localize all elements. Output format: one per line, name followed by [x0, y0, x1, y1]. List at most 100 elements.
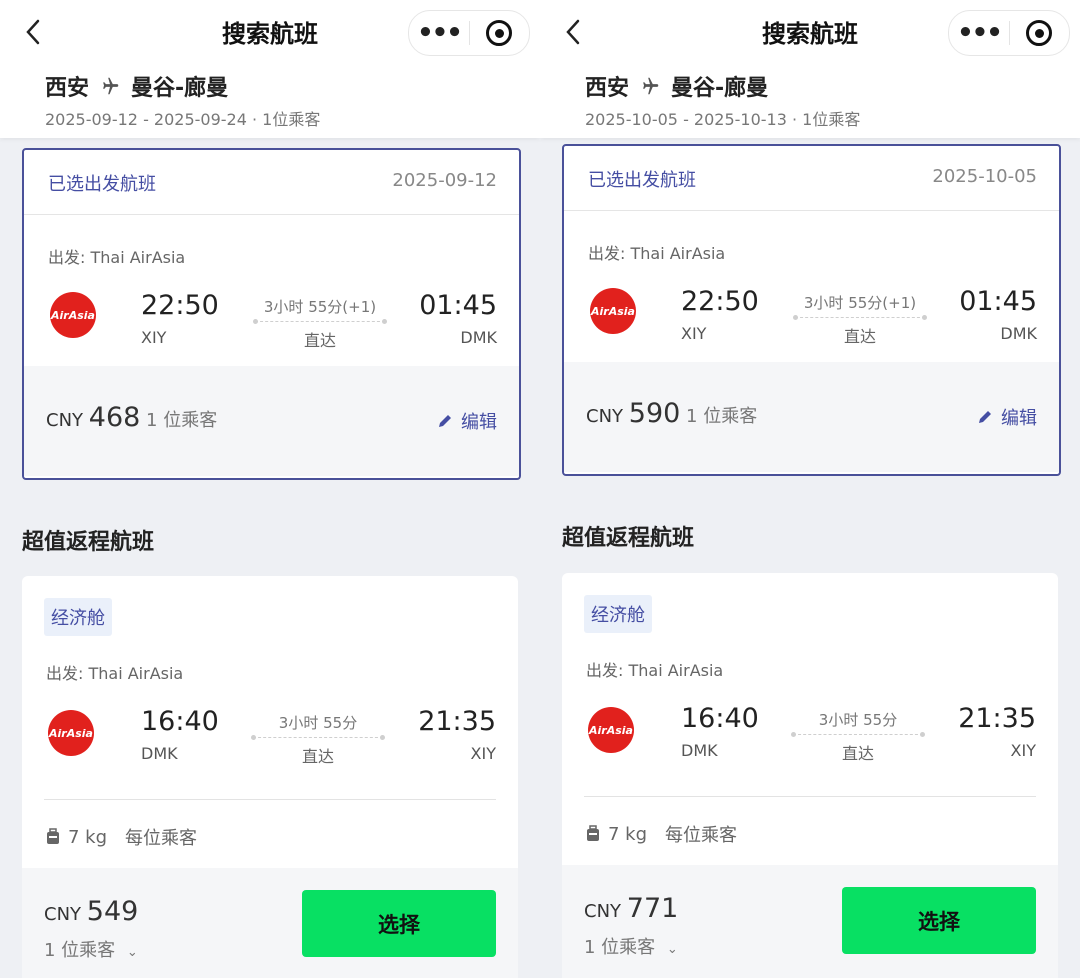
more-icon[interactable]: •••: [409, 11, 469, 55]
baggage-info: 7 kg 每位乘客: [46, 824, 197, 850]
duration-line: [251, 735, 385, 740]
passenger-count: 1 位乘客: [584, 937, 656, 958]
return-flight-card[interactable]: 经济舱 出发: Thai AirAsia AirAsia 16:40 DMK 3…: [562, 573, 1058, 978]
panel-right: 搜索航班 ••• 西安 曼谷-廊曼 2025-10-05 - 2025-10-1…: [540, 0, 1080, 978]
card-divider: [584, 796, 1036, 797]
airline-line: 出发: Thai AirAsia: [588, 244, 726, 263]
flight-duration: 3小时 55分: [278, 714, 358, 732]
airasia-logo: AirAsia: [590, 288, 636, 334]
route-to: 曼谷-廊曼: [131, 76, 229, 101]
arrival-time: 01:45: [419, 290, 497, 321]
return-price: CNY 549: [44, 896, 138, 927]
flight-duration: 3小时 55分(+1): [803, 294, 917, 312]
airline-line: 出发: Thai AirAsia: [48, 248, 186, 267]
return-price-bar: CNY 771 1 位乘客 ⌄ 选择: [562, 865, 1058, 978]
selected-price: CNY 590 1 位乘客: [586, 398, 757, 429]
cabin-badge: 经济舱: [584, 595, 652, 633]
luggage-icon: [587, 825, 599, 841]
route-from: 西安: [585, 76, 630, 101]
selected-flight-card: 已选出发航班 2025-09-12 出发: Thai AirAsia AirAs…: [22, 148, 521, 480]
baggage-note: 每位乘客: [665, 825, 738, 846]
return-price-bar: CNY 549 1 位乘客 ⌄ 选择: [22, 868, 518, 978]
baggage-info: 7 kg 每位乘客: [586, 821, 737, 847]
arrival-airport: XIY: [1010, 741, 1036, 760]
cabin-badge: 经济舱: [44, 598, 112, 636]
departure-airport: XIY: [141, 328, 167, 347]
airasia-logo: AirAsia: [50, 292, 96, 338]
airasia-logo: AirAsia: [588, 707, 634, 753]
duration-line: [791, 732, 925, 737]
return-section-title: 超值返程航班: [562, 526, 695, 551]
luggage-icon: [47, 828, 59, 844]
price-value: 468: [88, 402, 141, 433]
passenger-count: 1 位乘客: [44, 940, 116, 961]
stops-label: 直达: [841, 744, 874, 763]
baggage-weight: 7 kg: [608, 823, 648, 845]
selected-flight-label: 已选出发航班: [588, 170, 696, 191]
price-value: 771: [626, 893, 679, 924]
edit-button[interactable]: 编辑: [437, 408, 497, 434]
selected-flight-card: 已选出发航班 2025-10-05 出发: Thai AirAsia AirAs…: [562, 144, 1061, 476]
departure-time: 22:50: [681, 286, 759, 317]
stops-label: 直达: [303, 331, 336, 350]
card-divider: [44, 799, 496, 800]
route-title: 西安 曼谷-廊曼: [585, 70, 768, 102]
passenger-dropdown[interactable]: 1 位乘客 ⌄: [44, 936, 138, 962]
search-dates: 2025-10-05 - 2025-10-13 · 1位乘客: [585, 110, 861, 129]
chevron-down-icon: ⌄: [666, 942, 678, 957]
passenger-count: 1 位乘客: [146, 410, 218, 431]
price-value: 549: [86, 896, 139, 927]
edit-button[interactable]: 编辑: [977, 404, 1037, 430]
edit-label: 编辑: [1001, 408, 1037, 429]
arrival-airport: DMK: [460, 328, 497, 347]
passenger-dropdown[interactable]: 1 位乘客 ⌄: [584, 933, 678, 959]
more-icon[interactable]: •••: [949, 11, 1009, 55]
header-bar: 搜索航班 ••• 西安 曼谷-廊曼 2025-09-12 - 2025-09-2…: [0, 0, 540, 138]
currency-label: CNY: [44, 904, 82, 925]
duration-line: [793, 315, 927, 320]
flight-duration: 3小时 55分(+1): [263, 298, 377, 316]
selected-price: CNY 468 1 位乘客: [46, 402, 217, 433]
passenger-count: 1 位乘客: [686, 406, 758, 427]
price-value: 590: [628, 398, 681, 429]
arrival-time: 21:35: [958, 703, 1036, 734]
stops-label: 直达: [843, 327, 876, 346]
currency-label: CNY: [586, 406, 624, 427]
departure-airport: XIY: [681, 324, 707, 343]
select-button[interactable]: 选择: [302, 890, 496, 957]
selected-flight-label: 已选出发航班: [48, 174, 156, 195]
selected-flight-header: 已选出发航班 2025-10-05: [564, 146, 1059, 211]
airasia-logo: AirAsia: [48, 710, 94, 756]
header-bar: 搜索航班 ••• 西安 曼谷-廊曼 2025-10-05 - 2025-10-1…: [540, 0, 1080, 138]
plane-icon: [103, 77, 119, 95]
selected-flight-date: 2025-10-05: [932, 166, 1037, 187]
baggage-note: 每位乘客: [125, 828, 198, 849]
departure-time: 22:50: [141, 290, 219, 321]
close-target-icon[interactable]: [1010, 20, 1068, 46]
close-target-icon[interactable]: [470, 20, 528, 46]
return-flight-card[interactable]: 经济舱 出发: Thai AirAsia AirAsia 16:40 DMK 3…: [22, 576, 518, 978]
mini-program-capsule: •••: [948, 10, 1070, 56]
departure-time: 16:40: [681, 703, 759, 734]
currency-label: CNY: [46, 410, 84, 431]
return-price: CNY 771: [584, 893, 678, 924]
route-from: 西安: [45, 76, 90, 101]
airline-line: 出发: Thai AirAsia: [46, 664, 184, 683]
baggage-weight: 7 kg: [68, 826, 108, 848]
flight-duration: 3小时 55分: [818, 711, 898, 729]
arrival-airport: DMK: [1000, 324, 1037, 343]
plane-icon: [643, 77, 659, 95]
edit-label: 编辑: [461, 412, 497, 433]
selected-price-bar: CNY 468 1 位乘客 编辑: [24, 366, 519, 476]
route-to: 曼谷-廊曼: [671, 76, 769, 101]
return-section-title: 超值返程航班: [22, 530, 155, 555]
mini-program-capsule: •••: [408, 10, 530, 56]
pencil-icon: [439, 415, 451, 427]
selected-price-bar: CNY 590 1 位乘客 编辑: [564, 362, 1059, 472]
departure-airport: DMK: [141, 744, 178, 763]
currency-label: CNY: [584, 901, 622, 922]
search-dates: 2025-09-12 - 2025-09-24 · 1位乘客: [45, 110, 321, 129]
pencil-icon: [979, 411, 991, 423]
departure-time: 16:40: [141, 706, 219, 737]
select-button[interactable]: 选择: [842, 887, 1036, 954]
